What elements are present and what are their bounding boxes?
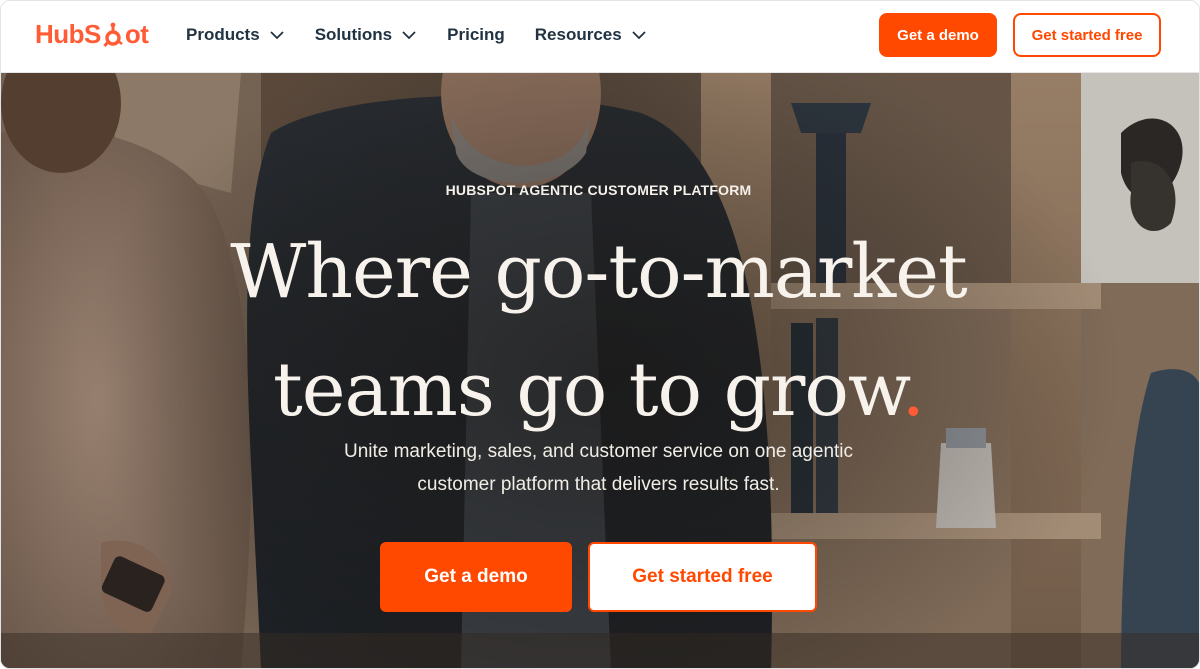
header-get-demo-button[interactable]: Get a demo bbox=[879, 13, 997, 57]
chevron-down-icon bbox=[632, 31, 646, 40]
hubspot-logo[interactable]: HubS ot bbox=[35, 19, 149, 50]
nav-label: Products bbox=[186, 25, 260, 44]
browser-viewport: HubS ot Products Solutions Pricing Resou… bbox=[0, 0, 1200, 669]
hero-subtext-line-1: Unite marketing, sales, and customer ser… bbox=[343, 441, 854, 462]
hero-subtext-line-2: customer platform that delivers results … bbox=[417, 474, 780, 495]
hero-section: HUBSPOT AGENTIC CUSTOMER PLATFORM Where … bbox=[1, 73, 1199, 668]
hero-subtext: Unite marketing, sales, and customer ser… bbox=[301, 435, 896, 501]
logo-text-start: HubS bbox=[35, 19, 101, 49]
nav-label: Resources bbox=[534, 25, 622, 44]
headline-line-1: Where go-to-market bbox=[230, 229, 967, 315]
nav-solutions[interactable]: Solutions bbox=[315, 23, 417, 47]
chevron-down-icon bbox=[402, 31, 416, 40]
nav-label: Solutions bbox=[314, 25, 393, 44]
hero-eyebrow: HUBSPOT AGENTIC CUSTOMER PLATFORM bbox=[445, 182, 752, 198]
nav-pricing[interactable]: Pricing bbox=[447, 23, 505, 47]
headline-line-2: teams go to grow. bbox=[1, 331, 1196, 449]
hero-get-demo-button[interactable]: Get a demo bbox=[380, 542, 572, 612]
sprocket-icon bbox=[103, 22, 123, 47]
hero-headline: Where go-to-market teams go to grow. bbox=[1, 213, 1196, 449]
hero-get-started-free-button[interactable]: Get started free bbox=[588, 542, 817, 612]
headline-accent-dot: . bbox=[901, 347, 925, 433]
headline-line-2-text: teams go to grow bbox=[273, 347, 902, 433]
chevron-down-icon bbox=[270, 31, 284, 40]
nav-products[interactable]: Products bbox=[186, 23, 285, 47]
nav-label: Pricing bbox=[447, 25, 505, 44]
logo-text-end: ot bbox=[124, 19, 149, 49]
site-header: HubS ot Products Solutions Pricing Resou… bbox=[1, 1, 1199, 73]
header-get-started-free-button[interactable]: Get started free bbox=[1013, 13, 1161, 57]
nav-resources[interactable]: Resources bbox=[535, 23, 647, 47]
main-nav: Products Solutions Pricing Resources bbox=[186, 23, 677, 47]
